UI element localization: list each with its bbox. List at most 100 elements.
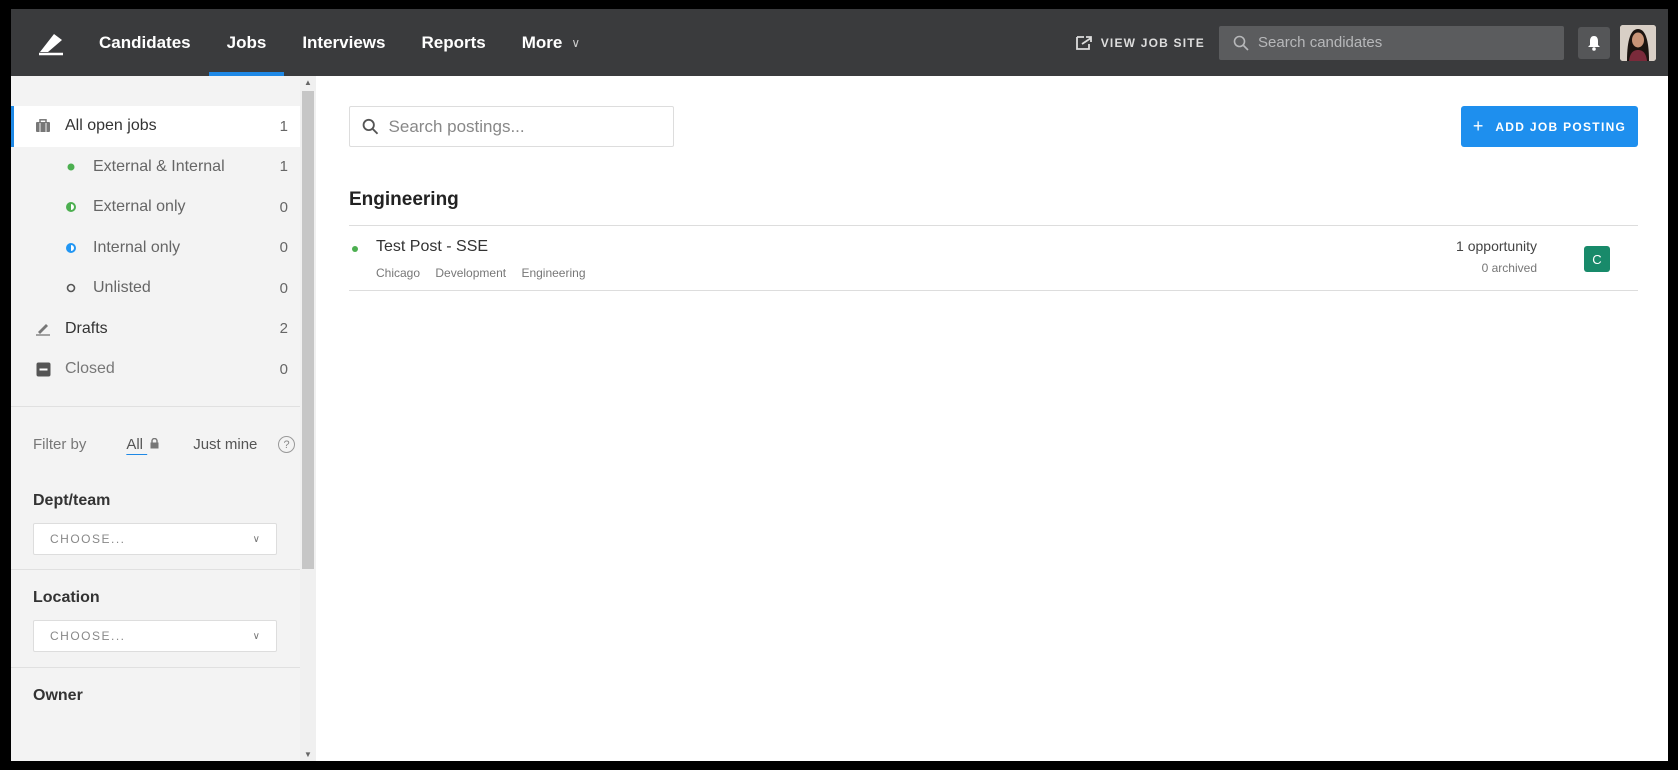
half-green-dot-icon [61,202,81,213]
sidebar-item-count: 0 [279,279,288,297]
opportunity-count[interactable]: 1 opportunity [1456,238,1537,254]
app-window: Candidates Jobs Interviews Reports More ∨… [8,6,1671,764]
sidebar-item-count: 0 [279,198,288,216]
sidebar-scrollbar[interactable]: ▲ ▼ [300,76,316,761]
sidebar-item-external-only[interactable]: External only 0 [11,187,300,228]
sidebar: All open jobs 1 External & Internal 1 Ex… [11,76,314,761]
add-job-posting-label: ADD JOB POSTING [1495,119,1627,134]
nav-interviews[interactable]: Interviews [284,9,403,76]
notifications-button[interactable] [1578,26,1610,59]
posting-tag: Development [435,266,507,280]
filter-dept-team: Dept/team CHOOSE... ∨ [33,492,278,555]
sidebar-item-label: Internal only [93,238,181,256]
job-status-list: All open jobs 1 External & Internal 1 Ex… [11,106,300,390]
filter-just-mine-option[interactable]: Just mine [193,436,257,453]
owner-badge[interactable]: C [1584,246,1610,272]
posting-tag: Chicago [376,266,421,280]
nav-label: More [521,32,563,52]
filter-owner: Owner [33,687,278,718]
search-icon [362,118,379,135]
briefcase-icon [33,119,53,133]
pencil-icon [33,322,53,336]
help-glyph: ? [283,438,290,451]
sidebar-item-all-open-jobs[interactable]: All open jobs 1 [11,106,300,147]
filter-by: Filter by All Just mine ? [33,436,295,453]
filter-option-label: All [126,436,144,453]
view-job-site-link[interactable]: VIEW JOB SITE [1075,35,1205,50]
plus-icon: + [1472,116,1484,136]
sidebar-item-count: 1 [279,117,288,135]
sidebar-item-label: All open jobs [65,117,157,135]
sidebar-item-count: 2 [279,320,288,338]
sidebar-item-label: Drafts [65,319,108,337]
posting-search[interactable] [349,106,674,147]
nav-label: Reports [421,32,486,52]
divider [349,290,1638,291]
sidebar-item-drafts[interactable]: Drafts 2 [11,309,300,350]
scrollbar-thumb[interactable] [302,91,314,569]
filter-location: Location CHOOSE... ∨ [33,589,278,652]
filter-title: Dept/team [33,492,111,509]
main-content: + ADD JOB POSTING Engineering Test Post … [316,76,1668,761]
nav-more[interactable]: More ∨ [504,9,598,76]
sidebar-item-label: Unlisted [93,279,151,297]
nav-label: Interviews [302,32,386,52]
chevron-down-icon: ∨ [252,533,260,545]
divider [11,569,300,570]
posting-title[interactable]: Test Post - SSE [376,238,488,256]
chevron-down-icon: ∨ [252,630,260,642]
help-icon[interactable]: ? [278,436,295,453]
avatar[interactable] [1620,24,1656,61]
sidebar-item-unlisted[interactable]: Unlisted 0 [11,268,300,309]
add-job-posting-button[interactable]: + ADD JOB POSTING [1461,106,1638,147]
department-title: Engineering [349,189,459,210]
filter-option-label: Just mine [193,436,258,453]
nav-candidates[interactable]: Candidates [81,9,209,76]
location-select[interactable]: CHOOSE... ∨ [33,620,277,652]
filter-all-option[interactable]: All [126,436,159,453]
sidebar-item-closed[interactable]: Closed 0 [11,349,300,390]
nav-label: Candidates [99,32,191,52]
bell-icon [1588,35,1600,51]
status-dot-icon [352,246,358,252]
nav-label: Jobs [226,32,267,52]
chevron-down-icon: ∨ [571,35,581,50]
lock-icon [150,437,159,449]
logo-icon[interactable] [21,9,81,76]
nav-jobs[interactable]: Jobs [208,9,285,76]
divider [11,667,300,668]
hollow-dot-icon [61,283,81,293]
green-dot-icon [61,163,81,171]
divider [11,406,300,407]
closed-icon [33,362,53,377]
candidate-search-input[interactable] [1258,34,1548,51]
select-value: CHOOSE... [50,629,126,643]
search-icon [1233,35,1249,51]
view-job-site-label: VIEW JOB SITE [1100,35,1205,50]
sidebar-item-external-internal[interactable]: External & Internal 1 [11,147,300,188]
archived-count[interactable]: 0 archived [1482,261,1537,275]
filter-title: Location [33,589,100,606]
external-link-icon [1075,36,1092,50]
posting-tag: Engineering [521,266,586,280]
user-photo-icon [1620,24,1656,61]
sidebar-item-label: Closed [65,360,115,378]
sidebar-item-label: External & Internal [93,157,225,175]
scroll-up-icon[interactable]: ▲ [300,78,316,87]
sidebar-item-count: 1 [279,158,288,176]
posting-tags: Chicago Development Engineering [376,266,598,280]
posting-search-input[interactable] [388,116,661,137]
nav-reports[interactable]: Reports [403,9,503,76]
candidate-search[interactable] [1219,25,1564,60]
top-nav: Candidates Jobs Interviews Reports More ∨… [11,9,1668,76]
filter-by-label: Filter by [33,436,87,453]
posting-row[interactable]: Test Post - SSE Chicago Development Engi… [349,226,1638,290]
sidebar-item-count: 0 [279,239,288,257]
select-value: CHOOSE... [50,532,126,546]
nav-right: VIEW JOB SITE [1075,9,1668,76]
sidebar-item-count: 0 [279,360,288,378]
sidebar-item-internal-only[interactable]: Internal only 0 [11,228,300,269]
dept-team-select[interactable]: CHOOSE... ∨ [33,523,277,555]
sidebar-item-label: External only [93,198,186,216]
scroll-down-icon[interactable]: ▼ [300,750,316,759]
